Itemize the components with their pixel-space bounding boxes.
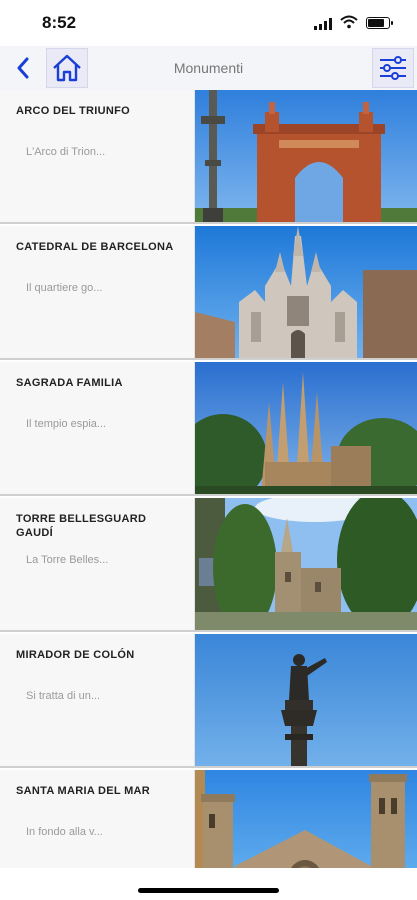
list-item-arco-del-triunfo[interactable]: ARCO DEL TRIUNFO L'Arco di Trion... <box>0 90 417 224</box>
monument-photo <box>195 226 417 358</box>
filter-button[interactable] <box>372 48 414 88</box>
status-time: 8:52 <box>42 13 77 32</box>
list-item-title: SAGRADA FAMILIA <box>16 377 123 389</box>
bottom-area <box>0 868 417 900</box>
list-item-santa-maria-del-mar[interactable]: SANTA MARIA DEL MAR In fondo alla v... <box>0 770 417 868</box>
list-item-title: SANTA MARIA DEL MAR <box>16 785 151 797</box>
monument-photo <box>195 770 417 868</box>
signal-icon <box>314 18 332 30</box>
list-item-text: TORRE BELLESGUARD GAUDÍ La Torre Belles.… <box>0 498 195 630</box>
list-item-description: L'Arco di Trion... <box>26 146 106 158</box>
home-indicator[interactable] <box>138 888 279 893</box>
list-item-title: TORRE BELLESGUARD GAUDÍ <box>16 513 147 539</box>
monument-photo <box>195 90 417 222</box>
list-item-title: MIRADOR DE COLÓN <box>16 649 135 661</box>
list-item-text: MIRADOR DE COLÓN Si tratta di un... <box>0 634 195 766</box>
monument-photo <box>195 362 417 494</box>
battery-icon <box>366 17 393 29</box>
list-item-description: La Torre Belles... <box>26 554 109 566</box>
list-item-mirador-de-colon[interactable]: MIRADOR DE COLÓN Si tratta di un... <box>0 634 417 768</box>
wifi-icon <box>340 15 358 29</box>
list-item-text: CATEDRAL DE BARCELONA Il quartiere go... <box>0 226 195 358</box>
list-item-catedral-de-barcelona[interactable]: CATEDRAL DE BARCELONA Il quartiere go... <box>0 226 417 360</box>
list-item-description: Il quartiere go... <box>26 282 103 294</box>
list-item-torre-bellesguard[interactable]: TORRE BELLESGUARD GAUDÍ La Torre Belles.… <box>0 498 417 632</box>
list-item-text: ARCO DEL TRIUNFO L'Arco di Trion... <box>0 90 195 222</box>
list-item-text: SAGRADA FAMILIA Il tempio espia... <box>0 362 195 494</box>
list-item-title: ARCO DEL TRIUNFO <box>16 105 130 117</box>
list-item-sagrada-familia[interactable]: SAGRADA FAMILIA Il tempio espia... <box>0 362 417 496</box>
list-item-description: In fondo alla v... <box>26 826 103 838</box>
list-item-description: Si tratta di un... <box>26 690 100 702</box>
navigation-bar: Monumenti <box>0 46 417 91</box>
filter-sliders-icon <box>380 56 406 80</box>
list-item-title: CATEDRAL DE BARCELONA <box>16 241 174 253</box>
monument-photo <box>195 634 417 766</box>
status-bar: 8:52 <box>0 0 417 46</box>
monument-list: ARCO DEL TRIUNFO L'Arco di Trion... CATE… <box>0 90 417 868</box>
monument-photo <box>195 498 417 630</box>
list-item-text: SANTA MARIA DEL MAR In fondo alla v... <box>0 770 195 868</box>
page-title: Monumenti <box>173 60 244 76</box>
list-item-description: Il tempio espia... <box>26 418 107 430</box>
